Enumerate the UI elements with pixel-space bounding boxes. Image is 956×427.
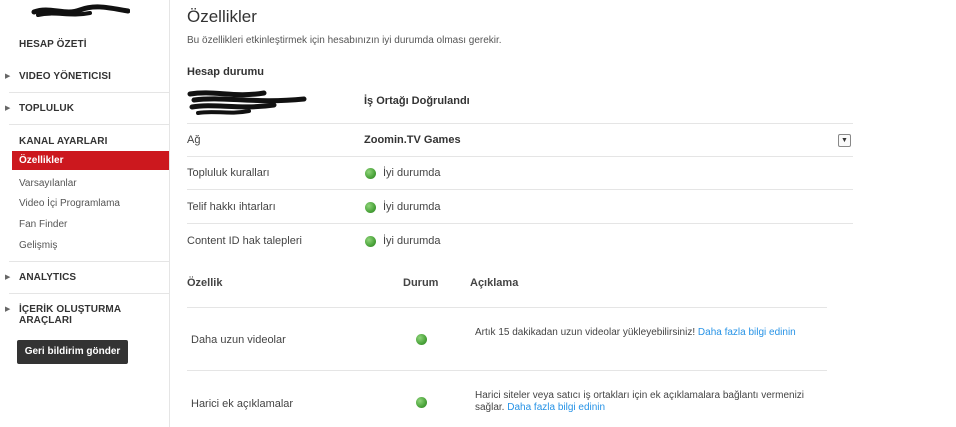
- learn-more-link[interactable]: Daha fazla bilgi edinin: [507, 402, 605, 413]
- feature-desc-text: Artık 15 dakikadan uzun videolar yükleye…: [475, 327, 696, 338]
- divider: [9, 92, 169, 93]
- green-dot-icon: [416, 334, 427, 345]
- page-title: Özellikler: [187, 7, 257, 26]
- double-chevron-down-icon[interactable]: ▼: [838, 134, 851, 147]
- copyright-strikes-label: Telif hakkı ihtarları: [187, 201, 276, 213]
- community-guidelines-label: Topluluk kuralları: [187, 167, 270, 179]
- main-content: Özellikler Bu özellikleri etkinleştirmek…: [174, 0, 956, 427]
- triangle-right-icon: ▶: [5, 105, 11, 112]
- sidebar-item-invideo-programming[interactable]: Video İçi Programlama: [19, 198, 120, 209]
- triangle-right-icon: ▶: [5, 73, 11, 80]
- sidebar-item-features[interactable]: Özellikler: [12, 151, 169, 170]
- learn-more-link[interactable]: Daha fazla bilgi edinin: [698, 327, 796, 338]
- partner-status: İş Ortağı Doğrulandı: [364, 95, 470, 107]
- table-header-feature: Özellik: [187, 277, 223, 289]
- redacted-account-avatar: [187, 90, 307, 115]
- sidebar: HESAP ÖZETİ ▶ VIDEO YÖNETICISI ▶ TOPLULU…: [0, 0, 170, 427]
- divider: [187, 370, 827, 371]
- feature-longer-videos: Daha uzun videolar: [191, 334, 286, 346]
- content-id-status: İyi durumda: [383, 235, 441, 247]
- page-subtitle: Bu özellikleri etkinleştirmek için hesab…: [187, 35, 502, 46]
- community-guidelines-status: İyi durumda: [383, 167, 441, 179]
- copyright-strikes-status: İyi durumda: [383, 201, 441, 213]
- feature-external-annotations: Harici ek açıklamalar: [191, 398, 294, 410]
- network-value: Zoomin.TV Games: [364, 134, 461, 146]
- nav-creator-tools[interactable]: İÇERİK OLUŞTURMA ARAÇLARI: [19, 304, 169, 326]
- nav-video-manager[interactable]: VIDEO YÖNETICISI: [19, 71, 111, 82]
- feature-external-annotations-desc: Harici siteler veya satıcı iş ortakları …: [475, 390, 820, 414]
- divider: [187, 123, 853, 124]
- green-dot-icon: [365, 236, 376, 247]
- nav-account-summary[interactable]: HESAP ÖZETİ: [19, 39, 87, 50]
- divider: [187, 189, 853, 190]
- divider: [187, 156, 853, 157]
- green-dot-icon: [365, 168, 376, 179]
- divider: [9, 293, 169, 294]
- redacted-channel-name: [31, 4, 130, 17]
- send-feedback-button[interactable]: Geri bildirim gönder: [17, 340, 128, 364]
- sidebar-item-defaults[interactable]: Varsayılanlar: [19, 178, 77, 189]
- table-header-description: Açıklama: [470, 277, 519, 289]
- divider: [187, 307, 827, 308]
- nav-analytics[interactable]: ANALYTICS: [19, 272, 76, 283]
- sidebar-item-fan-finder[interactable]: Fan Finder: [19, 219, 67, 230]
- nav-community[interactable]: TOPLULUK: [19, 103, 74, 114]
- divider: [9, 124, 169, 125]
- divider: [187, 223, 853, 224]
- green-dot-icon: [365, 202, 376, 213]
- nav-channel-settings[interactable]: KANAL AYARLARI: [19, 136, 107, 147]
- triangle-right-icon: ▶: [5, 274, 11, 281]
- triangle-right-icon: ▶: [5, 306, 11, 313]
- feature-longer-videos-desc: Artık 15 dakikadan uzun videolar yükleye…: [475, 327, 820, 339]
- network-label: Ağ: [187, 134, 201, 146]
- content-id-label: Content ID hak talepleri: [187, 235, 302, 247]
- sidebar-item-advanced[interactable]: Gelişmiş: [19, 240, 57, 251]
- green-dot-icon: [416, 397, 427, 408]
- account-status-heading: Hesap durumu: [187, 66, 265, 78]
- table-header-status: Durum: [403, 277, 439, 289]
- divider: [9, 261, 169, 262]
